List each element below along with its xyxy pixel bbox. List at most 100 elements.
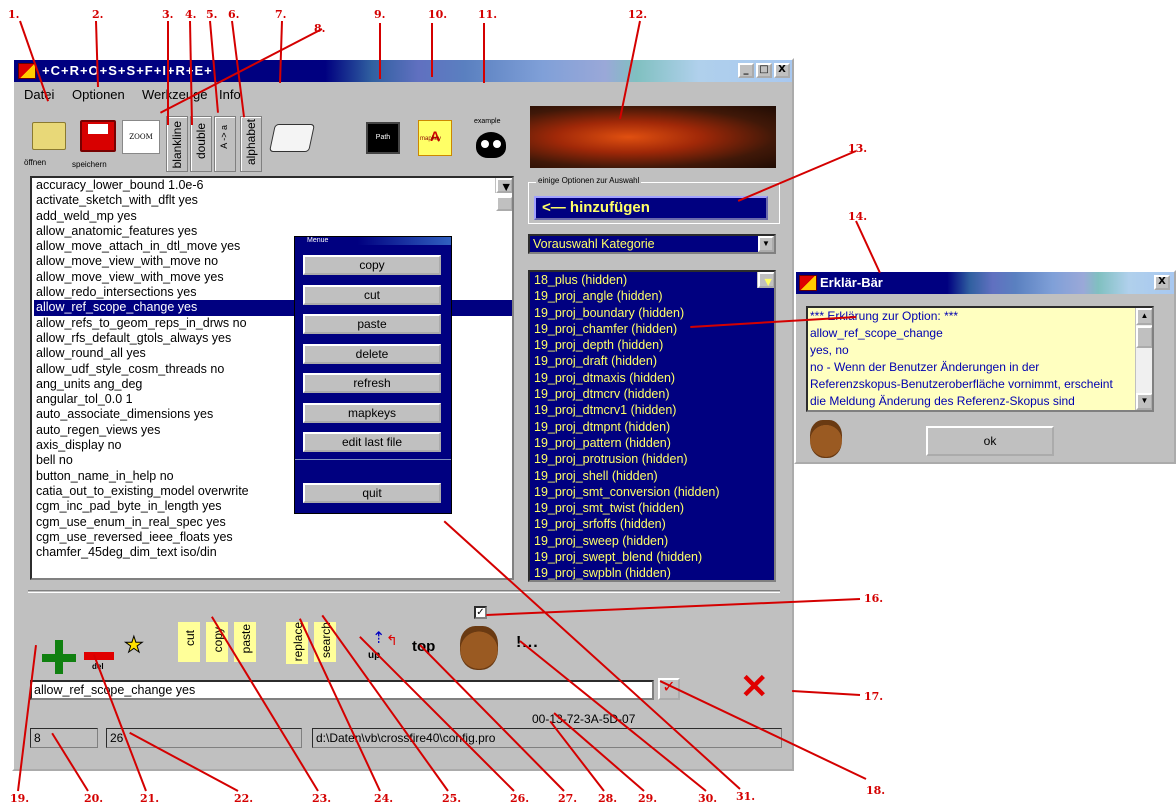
scroll-down-icon[interactable]: ▼	[1136, 393, 1152, 410]
scroll-thumb[interactable]	[496, 196, 512, 212]
minimize-button[interactable]: _	[738, 63, 754, 78]
path-icon[interactable]: Path	[366, 122, 400, 154]
config-list-item[interactable]: cgm_use_enum_in_real_spec yes	[34, 515, 512, 530]
config-list-item[interactable]: chamfer_45deg_dim_text iso/din	[34, 545, 512, 560]
example-icon[interactable]	[476, 132, 506, 158]
quit-button[interactable]: quit	[303, 483, 441, 503]
options-list-item[interactable]: 19_proj_pattern (hidden)	[532, 435, 774, 451]
callout-number: 16.	[864, 592, 884, 605]
config-list-item[interactable]: accuracy_lower_bound 1.0e-6	[34, 178, 512, 193]
options-list[interactable]: 18_plus (hidden) 19_proj_angle (hidden) 19…	[528, 270, 776, 582]
up-red-arrow-icon: ↰	[386, 632, 398, 648]
options-list-item[interactable]: 19_proj_dtmcrv1 (hidden)	[532, 402, 774, 418]
explain-scrollbar[interactable]: ▲ ▼	[1135, 308, 1152, 410]
menu-item-mapkeys[interactable]: mapkeys	[303, 402, 441, 423]
options-list-item[interactable]: 19_proj_protrusion (hidden)	[532, 451, 774, 467]
options-list-item[interactable]: 19_proj_angle (hidden)	[532, 288, 774, 304]
explain-line: allow_ref_scope_change	[810, 326, 943, 340]
options-list-item[interactable]: 19_proj_srfoffs (hidden)	[532, 516, 774, 532]
cut-button[interactable]: cut	[178, 622, 200, 662]
callout-number: 12.	[628, 8, 648, 21]
notepad-icon[interactable]	[269, 124, 315, 152]
main-window: +C+R+O+S+S+F+I+R+E+ _ □ X Datei Optionen…	[12, 58, 794, 771]
explain-line: die Meldung Änderung des Referenz-Skopus…	[810, 394, 1075, 408]
save-disk-icon[interactable]	[80, 120, 116, 152]
callout-number: 7.	[275, 8, 287, 21]
scroll-down-icon[interactable]: ▼	[496, 178, 512, 194]
edit-line-input[interactable]: allow_ref_scope_change yes	[30, 680, 654, 700]
open-folder-icon[interactable]	[32, 122, 66, 150]
splitter[interactable]	[28, 590, 780, 593]
options-list-item[interactable]: 19_proj_sweep (hidden)	[532, 533, 774, 549]
status-total: 26	[106, 728, 302, 748]
callout-number: 25.	[442, 792, 462, 805]
menu-item-delete[interactable]: delete	[303, 343, 441, 364]
explain-app-icon	[799, 275, 817, 291]
case-convert-button[interactable]: A -> a	[214, 116, 236, 172]
title-bar[interactable]: +C+R+O+S+S+F+I+R+E+ _ □ X	[14, 60, 792, 82]
options-list-item[interactable]: 19_proj_dtmcrv (hidden)	[532, 386, 774, 402]
menu-datei[interactable]: Datei	[24, 87, 54, 102]
config-list-item[interactable]: add_weld_mp yes	[34, 209, 512, 224]
scroll-thumb[interactable]	[1136, 326, 1152, 348]
config-list-item[interactable]: activate_sketch_with_dflt yes	[34, 193, 512, 208]
options-list-item[interactable]: 19_proj_draft (hidden)	[532, 353, 774, 369]
exclamation-button[interactable]: !...	[516, 634, 539, 652]
options-list-item[interactable]: 19_proj_smt_conversion (hidden)	[532, 484, 774, 500]
menu-optionen[interactable]: Optionen	[72, 87, 125, 102]
explain-close-button[interactable]: X	[1154, 275, 1170, 290]
callout-number: 18.	[866, 784, 886, 797]
options-list-item[interactable]: 19_proj_dtmaxis (hidden)	[532, 370, 774, 386]
menu-item-paste[interactable]: paste	[303, 314, 441, 334]
explain-line: *** Erklärung zur Option: ***	[810, 309, 959, 323]
blankline-button[interactable]: blankline	[166, 116, 188, 172]
scroll-up-icon[interactable]: ▲	[1136, 308, 1152, 325]
options-list-item[interactable]: 18_plus (hidden)	[532, 272, 774, 288]
delete-minus-icon[interactable]	[84, 652, 114, 660]
option-checkbox[interactable]: ✓	[474, 606, 487, 619]
options-list-item[interactable]: 19_proj_shell (hidden)	[532, 468, 774, 484]
zoom-icon[interactable]: ZOOM	[122, 120, 160, 154]
options-list-item[interactable]: 19_proj_swept_blend (hidden)	[532, 549, 774, 565]
menu-item-edit-last-file[interactable]: edit last file	[303, 432, 441, 452]
menu-item-refresh[interactable]: refresh	[303, 373, 441, 393]
options-list-scrollbar[interactable]: ▲ ▼	[757, 272, 774, 289]
callout-number: 19.	[10, 792, 30, 805]
maximize-button[interactable]: □	[756, 63, 772, 78]
explain-title-bar[interactable]: Erklär-Bär X	[796, 272, 1174, 294]
config-list-item[interactable]: cgm_use_reversed_ieee_floats yes	[34, 530, 512, 545]
options-list-item[interactable]: 19_proj_swpbln (hidden)	[532, 565, 774, 580]
app-icon	[18, 63, 36, 79]
menu-item-copy[interactable]: copy	[303, 255, 441, 275]
close-button[interactable]: X	[774, 63, 790, 78]
config-list-scrollbar[interactable]: ▲ ▼	[495, 178, 512, 212]
options-list-item[interactable]: 19_proj_depth (hidden)	[532, 337, 774, 353]
callout-number: 11.	[478, 8, 498, 21]
callout-number: 10.	[428, 8, 448, 21]
mac-address: 00-13-72-3A-5D-07	[532, 712, 636, 726]
callout-number: 28.	[598, 792, 618, 805]
options-list-item[interactable]: 19_proj_boundary (hidden)	[532, 305, 774, 321]
callout-number: 29.	[638, 792, 658, 805]
bear-icon[interactable]	[460, 626, 498, 670]
open-label: öffnen	[24, 158, 47, 167]
menu-item-cut[interactable]: cut	[303, 284, 441, 305]
ok-button[interactable]: ok	[926, 426, 1054, 456]
double-button[interactable]: double	[190, 116, 212, 172]
callout-number: 2.	[92, 8, 104, 21]
callout-line	[855, 220, 881, 274]
add-option-button[interactable]: <— hinzufügen	[534, 196, 768, 220]
callout-line	[431, 23, 433, 77]
close-x-icon[interactable]: ✕	[740, 670, 769, 704]
explain-title: Erklär-Bär	[820, 275, 883, 290]
category-select[interactable]: Vorauswahl Kategorie	[528, 234, 776, 254]
options-list-item[interactable]: 19_proj_dtmpnt (hidden)	[532, 419, 774, 435]
chevron-down-icon[interactable]: ▼	[758, 236, 774, 252]
options-list-item[interactable]: 19_proj_smt_twist (hidden)	[532, 500, 774, 516]
star-icon[interactable]: ★	[124, 632, 145, 658]
scroll-down-icon[interactable]: ▼	[758, 272, 774, 289]
callout-number: 6.	[228, 8, 240, 21]
up-arrow-icon[interactable]: ⇡	[372, 628, 385, 648]
menu-info[interactable]: Info	[219, 87, 241, 102]
alphabet-button[interactable]: alphabet	[240, 116, 262, 172]
